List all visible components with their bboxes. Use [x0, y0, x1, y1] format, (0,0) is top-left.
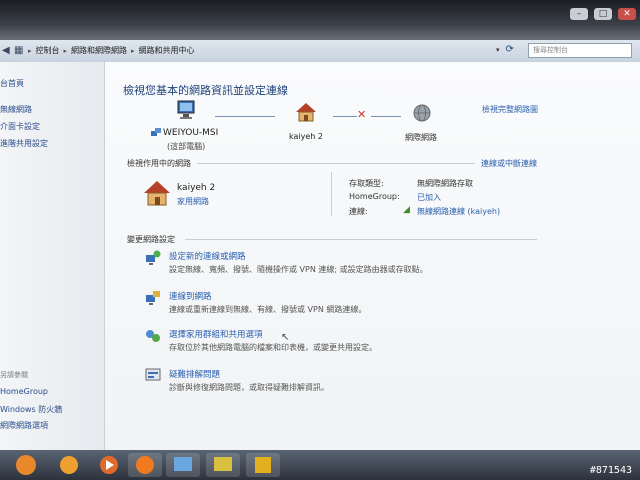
home-network-icon — [143, 180, 171, 206]
sidebar: 台首頁 無線網路 介面卡設定 進階共用設定 另請參閱 HomeGroup Win… — [0, 62, 105, 450]
chevron-right-icon: ▸ — [63, 46, 68, 55]
section-divider — [197, 163, 475, 164]
address-bar: ◀ ▦ ▸ 控制台 ▸ 網路和網際網路 ▸ 網路和共用中心 ▾ ⟳ 搜尋控制台 — [0, 40, 640, 63]
connections-label: 連線: — [349, 207, 368, 216]
connect-network-icon — [145, 290, 161, 306]
watermark-id: #871543 — [589, 465, 632, 476]
sidebar-item-adapter-settings[interactable]: 介面卡設定 — [0, 121, 40, 132]
chevron-right-icon: ▸ — [28, 46, 32, 55]
task-desc: 連線或重新連線到無線、有線、撥號或 VPN 網路連線。 — [169, 305, 367, 314]
active-networks-header: 檢視作用中的網路 — [127, 159, 191, 168]
taskbar-app-icon[interactable] — [52, 453, 86, 477]
sidebar-item-home[interactable]: 台首頁 — [0, 78, 24, 89]
sidebar-item-firewall[interactable]: Windows 防火牆 — [0, 404, 62, 415]
minimize-button[interactable]: – — [570, 8, 588, 20]
window-titlebar: – □ ✕ — [0, 0, 640, 40]
homegroup-sharing-icon — [145, 328, 161, 344]
new-connection-icon — [145, 250, 161, 266]
map-line — [215, 116, 275, 117]
sidebar-item-advanced-sharing[interactable]: 進階共用設定 — [0, 138, 48, 149]
disconnected-x-icon: ✕ — [357, 108, 367, 121]
map-line — [371, 116, 401, 117]
active-network-name: kaiyeh 2 — [177, 183, 216, 193]
task-setup-new-connection[interactable]: 設定新的連線或網路 — [169, 250, 246, 262]
chevron-right-icon: ▸ — [131, 46, 135, 55]
sidebar-item-wireless[interactable]: 無線網路 — [0, 104, 32, 115]
maximize-button[interactable]: □ — [594, 8, 612, 20]
control-panel-taskbar-icon[interactable] — [166, 453, 200, 477]
computer-subtitle: (這部電腦) — [167, 142, 206, 151]
breadcrumb-control-panel[interactable]: 控制台 — [36, 45, 60, 56]
network-share-icon — [151, 128, 161, 138]
breadcrumb-network-internet[interactable]: 網路和網際網路 — [71, 45, 127, 56]
vertical-divider — [331, 172, 332, 216]
globe-icon — [413, 104, 431, 122]
connect-disconnect-link[interactable]: 連線或中斷連線 — [481, 158, 537, 169]
search-input[interactable]: 搜尋控制台 — [528, 43, 632, 58]
breadcrumb-network-sharing-center[interactable]: 網路和共用中心 — [139, 45, 195, 56]
search-placeholder: 搜尋控制台 — [533, 46, 568, 54]
close-button[interactable]: ✕ — [618, 8, 636, 20]
homegroup-label: HomeGroup: — [349, 192, 400, 201]
task-troubleshoot[interactable]: 疑難排解問題 — [169, 368, 220, 380]
computer-icon — [175, 100, 197, 120]
map-internet-label: 網際網路 — [405, 133, 437, 142]
task-desc: 診斷與修復網路問題，或取得疑難排解資訊。 — [169, 383, 329, 392]
dropdown-arrow-icon[interactable]: ▾ — [496, 46, 500, 54]
home-network-icon — [295, 102, 317, 122]
computer-name: WEIYOU-MSI — [163, 128, 219, 138]
main-content: 檢視您基本的網路資訊並設定連線 檢視完整網路圖 ✕ WEIYOU-MSI (這部… — [105, 62, 640, 450]
signal-bars-icon: ◢ — [403, 205, 410, 215]
window-controls: – □ ✕ — [570, 8, 636, 20]
page-title: 檢視您基本的網路資訊並設定連線 — [123, 84, 288, 97]
media-player-icon[interactable] — [92, 453, 126, 477]
taskbar — [0, 450, 640, 480]
access-type-label: 存取類型: — [349, 179, 384, 188]
sidebar-item-homegroup[interactable]: HomeGroup — [0, 387, 48, 396]
taskbar-app-icon[interactable] — [246, 453, 280, 477]
task-desc: 設定無線、寬頻、撥號、隨機操作或 VPN 連線; 或設定路由器或存取點。 — [169, 265, 428, 274]
address-actions: ▾ ⟳ — [496, 44, 514, 55]
task-connect-to-network[interactable]: 連線到網路 — [169, 290, 212, 302]
wireless-connection-link[interactable]: 無線網路連線 (kaiyeh) — [417, 206, 500, 217]
control-panel-icon: ▦ — [14, 45, 24, 56]
start-button[interactable] — [14, 453, 40, 477]
sidebar-item-internet-options[interactable]: 網際網路選項 — [0, 420, 48, 431]
section-divider — [185, 239, 537, 240]
access-type-value: 無網際網路存取 — [417, 179, 473, 188]
network-type-link[interactable]: 家用網路 — [177, 196, 209, 207]
back-arrow-icon[interactable]: ◀ — [2, 45, 14, 57]
homegroup-link[interactable]: 已加入 — [417, 192, 441, 203]
see-also-label: 另請參閱 — [0, 371, 28, 379]
breadcrumb: ▸ 控制台 ▸ 網路和網際網路 ▸ 網路和共用中心 — [28, 45, 195, 56]
task-homegroup-sharing-options[interactable]: 選擇家用群組和共用選項 — [169, 328, 263, 340]
view-full-map-link[interactable]: 檢視完整網路圖 — [482, 104, 538, 115]
change-settings-header: 變更網路設定 — [127, 235, 175, 244]
task-desc: 存取位於其他網路電腦的檔案和印表機，或變更共用設定。 — [169, 343, 377, 352]
map-line — [333, 116, 357, 117]
network-taskbar-icon[interactable] — [206, 453, 240, 477]
map-network-name: kaiyeh 2 — [289, 132, 323, 141]
refresh-icon[interactable]: ⟳ — [506, 44, 514, 55]
troubleshoot-icon — [145, 368, 161, 382]
taskbar-app-icon[interactable] — [128, 453, 162, 477]
